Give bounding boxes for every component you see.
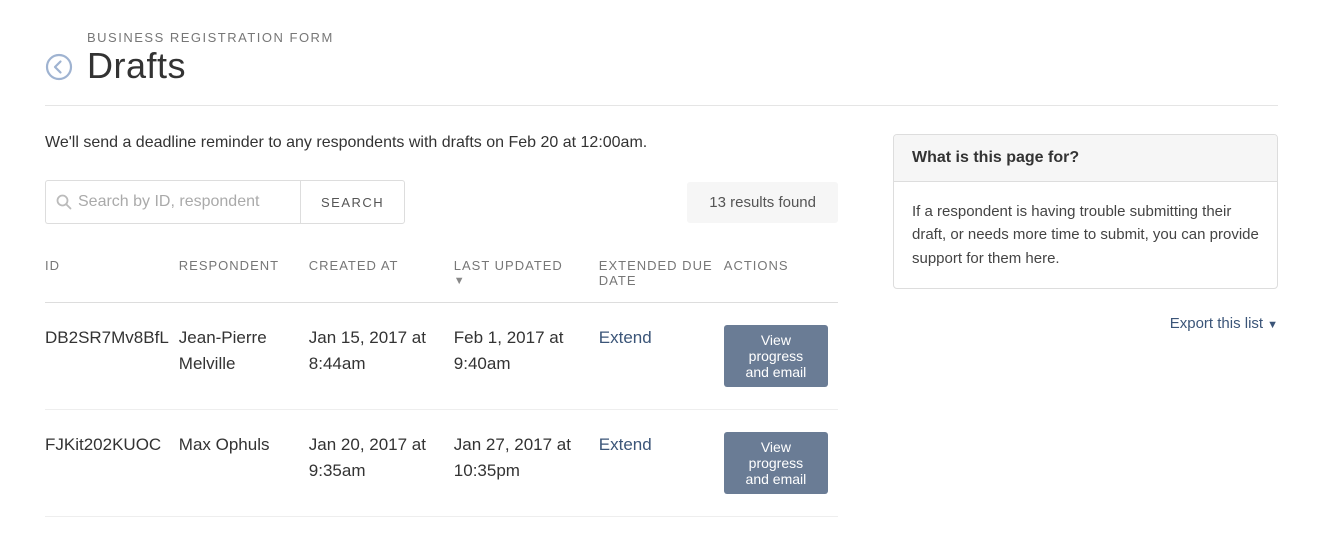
extend-link[interactable]: Extend <box>599 328 652 347</box>
page-title: Drafts <box>87 45 334 87</box>
cell-updated: Jan 27, 2017 at 10:35pm <box>454 410 599 517</box>
cell-updated: Feb 1, 2017 at 9:40am <box>454 303 599 410</box>
col-header-actions: ACTIONS <box>724 258 838 303</box>
cell-respondent: Max Ophuls <box>179 410 309 517</box>
search-input[interactable] <box>78 193 290 211</box>
reminder-text: We'll send a deadline reminder to any re… <box>45 134 838 152</box>
view-progress-button[interactable]: View progress and email <box>724 432 828 494</box>
cell-respondent: Jean-Pierre Melville <box>179 303 309 410</box>
view-progress-button[interactable]: View progress and email <box>724 325 828 387</box>
col-header-extended-due[interactable]: EXTENDED DUE DATE <box>599 258 724 303</box>
info-panel-title: What is this page for? <box>894 135 1277 182</box>
back-icon[interactable] <box>45 53 73 81</box>
col-header-respondent[interactable]: RESPONDENT <box>179 258 309 303</box>
col-header-created[interactable]: CREATED AT <box>309 258 454 303</box>
chevron-down-icon: ▼ <box>1267 319 1278 331</box>
table-row: DB2SR7Mv8BfL Jean-Pierre Melville Jan 15… <box>45 303 838 410</box>
search-button[interactable]: SEARCH <box>300 180 405 224</box>
col-header-id[interactable]: ID <box>45 258 179 303</box>
extend-link[interactable]: Extend <box>599 435 652 454</box>
table-row: FJKit202KUOC Max Ophuls Jan 20, 2017 at … <box>45 410 838 517</box>
col-header-last-updated[interactable]: LAST UPDATED ▼ <box>454 258 599 303</box>
cell-id: FJKit202KUOC <box>45 410 179 517</box>
info-panel: What is this page for? If a respondent i… <box>893 134 1278 289</box>
search-icon <box>56 194 72 210</box>
cell-created: Jan 15, 2017 at 8:44am <box>309 303 454 410</box>
export-list-link[interactable]: Export this list▼ <box>893 315 1278 332</box>
results-found: 13 results found <box>687 182 838 223</box>
cell-created: Jan 20, 2017 at 9:35am <box>309 410 454 517</box>
drafts-table: ID RESPONDENT CREATED AT LAST UPDATED ▼ … <box>45 258 838 517</box>
info-panel-body: If a respondent is having trouble submit… <box>894 182 1277 288</box>
breadcrumb: BUSINESS REGISTRATION FORM <box>87 30 334 45</box>
sort-desc-icon: ▼ <box>454 275 589 287</box>
cell-id: DB2SR7Mv8BfL <box>45 303 179 410</box>
